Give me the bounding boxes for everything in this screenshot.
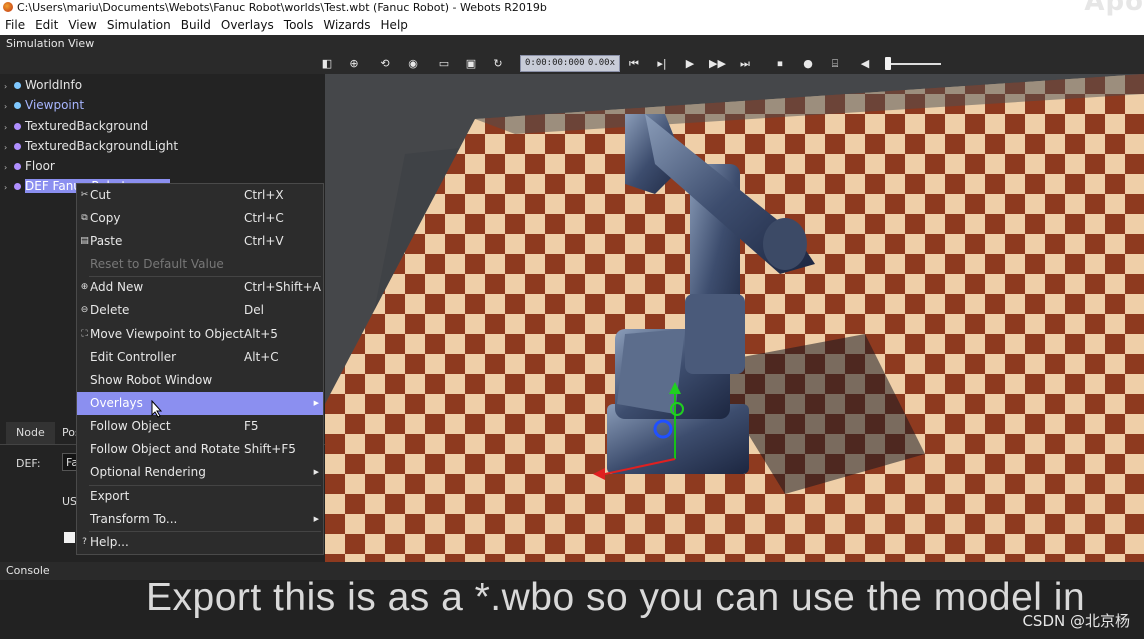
menu-item-transform-to[interactable]: Transform To... ▶ (77, 508, 323, 531)
simulation-view-label: Simulation View (0, 35, 1144, 53)
submenu-arrow-icon: ▶ (313, 399, 319, 407)
simulation-toolbar: ◧ ⊕ ⟲ ◉ ▭ ▣ ↻ 0:00:00:000 0.00x ⏮ ▸| ▶ ▶… (0, 53, 1144, 74)
video-subtitle: Export this is as a *.wbo so you can use… (146, 576, 1086, 619)
restore-viewpoint-icon[interactable]: ⟲ (377, 56, 393, 71)
menu-item-help[interactable]: ? Help... (77, 531, 323, 554)
node-dot-icon (14, 183, 21, 190)
expand-arrow-icon[interactable]: › (4, 78, 12, 96)
menu-item-overlays[interactable]: Overlays ▶ (77, 392, 323, 415)
expand-arrow-icon[interactable]: › (4, 98, 12, 116)
webots-app-icon (3, 2, 13, 12)
menu-file[interactable]: File (0, 16, 30, 35)
menu-view[interactable]: View (63, 16, 101, 35)
use-label: US (62, 495, 78, 508)
3d-scene (325, 74, 1144, 562)
node-dot-icon (14, 82, 21, 89)
menu-edit[interactable]: Edit (30, 16, 63, 35)
volume-slider-track[interactable] (889, 63, 941, 65)
expand-arrow-icon[interactable]: › (4, 179, 12, 197)
csdn-watermark: CSDN @北京杨 (1022, 612, 1130, 630)
volume-icon[interactable]: ◀ (857, 56, 873, 71)
fast-forward-icon[interactable]: ▶▶ (709, 56, 726, 71)
menu-item-delete[interactable]: ⊖ Delete Del (77, 299, 323, 322)
3d-viewport[interactable] (325, 74, 1144, 562)
open-world-icon[interactable]: ▭ (436, 56, 452, 71)
expand-arrow-icon[interactable]: › (4, 159, 12, 177)
view-eye-icon[interactable]: ◉ (405, 56, 421, 71)
menu-build[interactable]: Build (176, 16, 216, 35)
tab-node[interactable]: Node (6, 422, 55, 444)
stop-icon[interactable]: ⏹ (772, 56, 788, 71)
paste-icon: ▤ (80, 236, 89, 246)
toggle-scene-tree-icon[interactable]: ◧ (319, 56, 335, 71)
expand-arrow-icon[interactable]: › (4, 139, 12, 157)
menu-item-reset-default: Reset to Default Value (90, 257, 224, 271)
mouse-cursor-icon (151, 400, 163, 418)
fastest-icon[interactable]: ⏭ (737, 56, 753, 71)
menu-item-show-robot-window[interactable]: Show Robot Window (77, 369, 323, 392)
save-world-icon[interactable]: ▣ (463, 56, 479, 71)
play-icon[interactable]: ▶ (682, 56, 698, 71)
add-node-icon[interactable]: ⊕ (346, 56, 362, 71)
simulation-time: 0:00:00:000 (525, 58, 585, 68)
tree-item-texturedbackground[interactable]: › TexturedBackground (4, 117, 148, 135)
simulation-time-display: 0:00:00:000 0.00x (520, 55, 620, 72)
step-icon[interactable]: ▸| (654, 56, 670, 71)
context-menu: ✂ Cut Ctrl+X ⧉ Copy Ctrl+C ▤ Paste Ctrl+V Rese… (76, 183, 324, 555)
node-dot-icon (14, 102, 21, 109)
scissors-icon: ✂ (80, 190, 89, 200)
add-icon: ⊕ (80, 282, 89, 292)
node-dot-icon (14, 143, 21, 150)
menu-item-add-new[interactable]: ⊕ Add New Ctrl+Shift+A (77, 276, 323, 299)
submenu-arrow-icon: ▶ (313, 468, 319, 476)
menu-wizards[interactable]: Wizards (318, 16, 375, 35)
help-icon: ? (82, 537, 87, 547)
record-icon[interactable]: ● (800, 56, 816, 71)
menu-item-move-viewpoint[interactable]: ⛶ Move Viewpoint to Object Alt+5 (77, 323, 323, 346)
submenu-arrow-icon: ▶ (313, 515, 319, 523)
menu-bar: File Edit View Simulation Build Overlays Tools… (0, 16, 1144, 35)
def-label: DEF: (16, 457, 41, 470)
menu-simulation[interactable]: Simulation (102, 16, 176, 35)
move-viewpoint-icon: ⛶ (81, 329, 88, 339)
property-checkbox[interactable] (64, 532, 75, 543)
menu-item-optional-rendering[interactable]: Optional Rendering ▶ (77, 461, 323, 484)
tree-item-floor[interactable]: › Floor (4, 157, 55, 175)
menu-item-export[interactable]: Export (77, 485, 323, 508)
screenshot-camera-icon[interactable]: ⌸ (827, 56, 843, 71)
reload-world-icon[interactable]: ↻ (490, 56, 506, 71)
window-title: C:\Users\mariu\Documents\Webots\Fanuc Ro… (17, 1, 547, 14)
simulation-speed: 0.00x (587, 58, 615, 68)
reset-simulation-icon[interactable]: ⏮ (626, 56, 642, 71)
tree-item-worldinfo[interactable]: › WorldInfo (4, 76, 82, 94)
node-dot-icon (14, 163, 21, 170)
watermark-text: Apo (1084, 0, 1144, 16)
copy-icon: ⧉ (81, 213, 88, 223)
node-dot-icon (14, 123, 21, 130)
menu-item-follow-object[interactable]: Follow Object F5 (77, 415, 323, 438)
expand-arrow-icon[interactable]: › (4, 119, 12, 137)
tree-item-texturedbackgroundlight[interactable]: › TexturedBackgroundLight (4, 137, 178, 155)
volume-slider-handle[interactable] (885, 57, 891, 70)
tree-item-viewpoint[interactable]: › Viewpoint (4, 96, 84, 114)
menu-overlays[interactable]: Overlays (216, 16, 279, 35)
minus-icon: ⊖ (80, 305, 89, 315)
menu-item-cut[interactable]: ✂ Cut Ctrl+X (77, 184, 323, 207)
window-title-bar: C:\Users\mariu\Documents\Webots\Fanuc Ro… (0, 0, 1144, 16)
menu-item-copy[interactable]: ⧉ Copy Ctrl+C (77, 207, 323, 230)
menu-help[interactable]: Help (376, 16, 413, 35)
menu-tools[interactable]: Tools (279, 16, 319, 35)
menu-item-paste[interactable]: ▤ Paste Ctrl+V (77, 230, 323, 253)
menu-item-edit-controller[interactable]: Edit Controller Alt+C (77, 346, 323, 369)
menu-item-follow-rotate[interactable]: Follow Object and Rotate Shift+F5 (77, 438, 323, 461)
